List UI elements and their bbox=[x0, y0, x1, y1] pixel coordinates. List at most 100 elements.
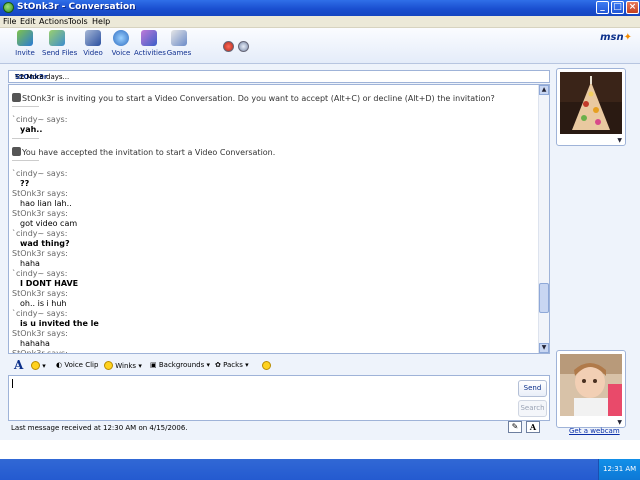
nudge-button[interactable] bbox=[262, 361, 271, 370]
accepted-notice: You have accepted the invitation to star… bbox=[12, 147, 537, 157]
games-icon bbox=[171, 30, 187, 46]
clock: 12:31 AM bbox=[603, 465, 637, 473]
message-input[interactable]: Send Search bbox=[8, 375, 550, 421]
my-display-picture[interactable]: ▼ bbox=[556, 350, 626, 428]
conversation-pane: To: StOnk3r - 2 More days... StOnk3r is … bbox=[0, 64, 640, 440]
message-text: wad thing? bbox=[20, 239, 70, 248]
message-sender: StOnk3r says: bbox=[12, 289, 68, 298]
voice-clip-icon: ◐ bbox=[56, 361, 63, 369]
status-bar: Last message received at 12:30 AM on 4/1… bbox=[8, 422, 520, 434]
minimize-button[interactable]: _ bbox=[596, 1, 609, 14]
message-text: hahaha bbox=[20, 339, 50, 348]
baby-photo bbox=[560, 354, 622, 416]
message-sender: StOnk3r says: bbox=[12, 249, 68, 258]
message-text: I DONT HAVE bbox=[20, 279, 79, 288]
activities-button[interactable]: Activities bbox=[134, 30, 166, 62]
search-button[interactable]: Search bbox=[518, 400, 547, 417]
text-caret bbox=[12, 379, 13, 388]
activities-label: Activities bbox=[134, 49, 166, 57]
display-picture-icon[interactable] bbox=[238, 41, 249, 52]
backgrounds-icon: ▣ bbox=[150, 361, 157, 369]
handwriting-button[interactable]: ✎ bbox=[508, 421, 522, 433]
message-text: haha bbox=[20, 259, 40, 268]
menu-edit[interactable]: Edit bbox=[20, 17, 36, 26]
message-sender: StOnk3r says: bbox=[12, 189, 68, 198]
separator bbox=[12, 106, 39, 107]
msn-buddy-icon bbox=[3, 2, 14, 13]
packs-icon: ✿ bbox=[215, 361, 221, 369]
menu-tools[interactable]: Tools bbox=[68, 17, 88, 26]
message-list: `cindy~ says:?? StOnk3r says: hao lian lah… bbox=[12, 169, 537, 354]
toolbar: Invite Send Files Video Voice Activities… bbox=[0, 28, 640, 64]
send-button[interactable]: Send bbox=[518, 380, 547, 397]
nudge-icon bbox=[262, 361, 271, 370]
voice-clip-button[interactable]: ◐ Voice Clip bbox=[56, 361, 98, 369]
contact-display-picture[interactable]: ▼ bbox=[556, 68, 626, 146]
separator bbox=[12, 160, 39, 161]
chat-scrollbar[interactable]: ▲ ▼ bbox=[538, 85, 549, 353]
status-text: Last message received at 12:30 AM on 4/1… bbox=[11, 424, 188, 432]
menu-help[interactable]: Help bbox=[92, 17, 110, 26]
emoticon-button[interactable]: ▾ bbox=[31, 361, 46, 370]
backgrounds-button[interactable]: ▣ Backgrounds ▾ bbox=[150, 361, 210, 369]
picture-menu-arrow[interactable]: ▼ bbox=[617, 419, 622, 426]
message-sender: `cindy~ says: bbox=[12, 169, 68, 178]
format-toolbar: A ▾ ◐ Voice Clip Winks ▾ ▣ Backgrounds ▾… bbox=[8, 358, 550, 374]
message-sender: `cindy~ says: bbox=[12, 269, 68, 278]
system-tray: 12:31 AM bbox=[598, 459, 640, 480]
maximize-button[interactable]: □ bbox=[611, 1, 624, 14]
close-button[interactable]: × bbox=[626, 1, 639, 14]
message-text: yah.. bbox=[20, 125, 43, 134]
video-button[interactable]: Video bbox=[78, 30, 108, 62]
invite-label: Invite bbox=[15, 49, 35, 57]
chat-log: StOnk3r is inviting you to start a Video… bbox=[12, 93, 537, 354]
get-webcam-link[interactable]: Get a webcam bbox=[569, 427, 620, 435]
block-icon[interactable] bbox=[223, 41, 234, 52]
scroll-down-arrow[interactable]: ▼ bbox=[539, 343, 549, 353]
picture-menu-arrow[interactable]: ▼ bbox=[617, 137, 622, 144]
to-bar: To: StOnk3r - 2 More days... bbox=[8, 70, 550, 83]
msn-logo: msn✦ bbox=[600, 32, 632, 43]
window-title: StOnk3r - Conversation bbox=[17, 2, 136, 12]
scroll-thumb[interactable] bbox=[539, 283, 549, 313]
send-files-label: Send Files bbox=[42, 49, 78, 57]
camera-icon bbox=[12, 93, 21, 102]
message-sender: StOnk3r says: bbox=[12, 329, 68, 338]
games-label: Games bbox=[166, 49, 192, 57]
chat-history[interactable]: StOnk3r is inviting you to start a Video… bbox=[8, 84, 550, 354]
activities-icon bbox=[141, 30, 157, 46]
taskbar: 12:31 AM bbox=[0, 459, 640, 480]
send-files-button[interactable]: Send Files bbox=[42, 30, 78, 62]
text-mode-button[interactable]: A bbox=[526, 421, 540, 433]
message-text: is u invited the le bbox=[20, 319, 99, 328]
winks-button[interactable]: Winks ▾ bbox=[104, 361, 142, 370]
cake-photo bbox=[560, 72, 622, 134]
message-text: ?? bbox=[20, 179, 30, 188]
separator bbox=[12, 138, 39, 139]
menu-actions[interactable]: Actions bbox=[39, 17, 68, 26]
send-files-icon bbox=[49, 30, 65, 46]
games-button[interactable]: Games bbox=[164, 30, 194, 62]
font-button[interactable]: A bbox=[14, 358, 23, 372]
invite-icon bbox=[17, 30, 33, 46]
menu-bar: File Edit Actions Tools Help bbox=[0, 16, 640, 28]
message-text: got video cam bbox=[20, 219, 78, 228]
message-text: hao lian lah.. bbox=[20, 199, 72, 208]
smiley-icon bbox=[31, 361, 40, 370]
message-sender: `cindy~ says: bbox=[12, 309, 68, 318]
camera-icon bbox=[12, 147, 21, 156]
packs-button[interactable]: ✿ Packs ▾ bbox=[215, 361, 249, 369]
message-sender: StOnk3r says: bbox=[12, 349, 68, 354]
video-label: Video bbox=[83, 49, 103, 57]
invite-button[interactable]: Invite bbox=[10, 30, 40, 62]
invite-notice: StOnk3r is inviting you to start a Video… bbox=[12, 93, 537, 103]
message-sender: StOnk3r says: bbox=[12, 209, 68, 218]
voice-button[interactable]: Voice bbox=[106, 30, 136, 62]
video-icon bbox=[85, 30, 101, 46]
title-bar: StOnk3r - Conversation _ □ × bbox=[0, 0, 640, 16]
scroll-up-arrow[interactable]: ▲ bbox=[539, 85, 549, 95]
winks-icon bbox=[104, 361, 113, 370]
menu-file[interactable]: File bbox=[3, 17, 16, 26]
message-sender: `cindy~ says: bbox=[12, 115, 68, 124]
voice-icon bbox=[113, 30, 129, 46]
